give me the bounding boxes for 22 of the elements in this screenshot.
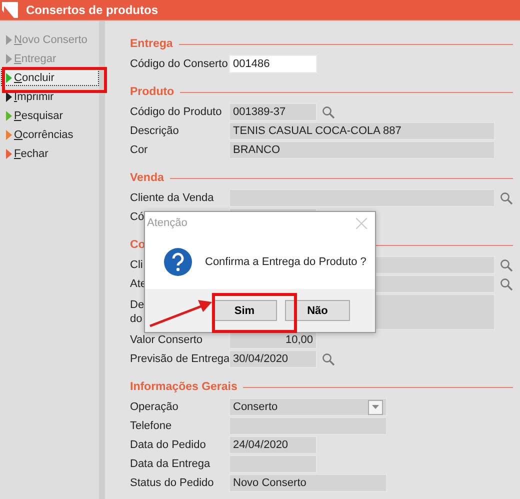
field-label: Descrição <box>130 124 179 138</box>
field-label: Código do Conserto <box>130 57 228 71</box>
field-label: Operação <box>130 400 178 414</box>
field-label: Previsão de Entrega <box>130 352 230 366</box>
field-label: Telefone <box>130 419 172 433</box>
window-title: Consertos de produtos <box>26 3 158 17</box>
section-title: Produto <box>130 86 174 98</box>
field-label: Có <box>130 210 144 224</box>
dialog-title: Atenção <box>147 217 188 229</box>
field-label: De do <box>130 298 144 326</box>
field-label: Status do Pedido <box>130 476 214 490</box>
section-title: Entrega <box>130 38 173 50</box>
field-label: Cor <box>130 143 148 157</box>
field-label: Data do Pedido <box>130 438 206 452</box>
field-label: Código do Produto <box>130 105 222 119</box>
field-label: Data da Entrega <box>130 457 210 471</box>
dialog-message: Confirma a Entrega do Produto ? <box>205 256 366 268</box>
section-title: Informações Gerais <box>130 381 238 393</box>
section-title: Venda <box>130 172 164 184</box>
field-label: Cliente da Venda <box>130 191 214 205</box>
field-label: Valor Conserto <box>130 333 203 347</box>
field-label: Cli <box>130 258 143 272</box>
